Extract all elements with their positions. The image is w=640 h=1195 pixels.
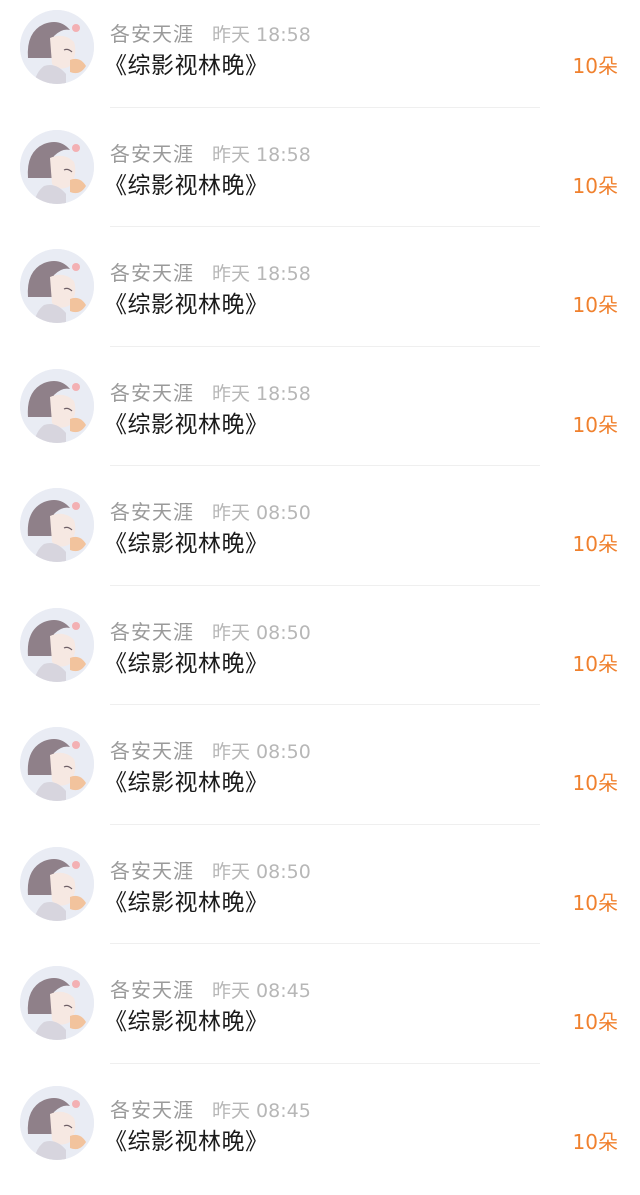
gift-amount: 10朵 (573, 170, 618, 199)
user-name: 各安天涯 (110, 261, 194, 285)
list-item[interactable]: 各安天涯昨天 18:58 《综影视林晚》 10朵 (0, 239, 640, 359)
list-item[interactable]: 各安天涯昨天 18:58 《综影视林晚》 10朵 (0, 359, 640, 479)
user-name: 各安天涯 (110, 22, 194, 46)
item-meta: 各安天涯昨天 18:58 (110, 138, 311, 164)
divider (110, 704, 540, 705)
gift-amount: 10朵 (573, 648, 618, 677)
gift-record-list: 各安天涯昨天 18:58 《综影视林晚》 10朵 各安天涯昨天 18:58 《综… (0, 0, 640, 1193)
user-name: 各安天涯 (110, 381, 194, 405)
book-title: 《综影视林晚》 (104, 644, 269, 678)
user-name: 各安天涯 (110, 500, 194, 524)
avatar[interactable] (20, 10, 94, 84)
item-meta: 各安天涯昨天 18:58 (110, 257, 311, 283)
divider (110, 107, 540, 108)
user-name: 各安天涯 (110, 739, 194, 763)
avatar[interactable] (20, 1086, 94, 1160)
item-meta: 各安天涯昨天 08:50 (110, 735, 311, 761)
divider (110, 346, 540, 347)
timestamp: 昨天 08:50 (212, 502, 311, 524)
timestamp: 昨天 18:58 (212, 24, 311, 46)
book-title: 《综影视林晚》 (104, 1122, 269, 1156)
book-title: 《综影视林晚》 (104, 405, 269, 439)
gift-amount: 10朵 (573, 409, 618, 438)
item-meta: 各安天涯昨天 08:50 (110, 496, 311, 522)
timestamp: 昨天 08:45 (212, 1100, 311, 1122)
user-name: 各安天涯 (110, 859, 194, 883)
divider (110, 1063, 540, 1064)
timestamp: 昨天 18:58 (212, 263, 311, 285)
user-name: 各安天涯 (110, 1098, 194, 1122)
item-meta: 各安天涯昨天 08:50 (110, 855, 311, 881)
timestamp: 昨天 08:50 (212, 622, 311, 644)
avatar[interactable] (20, 369, 94, 443)
list-item[interactable]: 各安天涯昨天 08:45 《综影视林晚》 10朵 (0, 956, 640, 1076)
book-title: 《综影视林晚》 (104, 763, 269, 797)
timestamp: 昨天 18:58 (212, 383, 311, 405)
list-item[interactable]: 各安天涯昨天 18:58 《综影视林晚》 10朵 (0, 0, 640, 120)
list-item[interactable]: 各安天涯昨天 08:45 《综影视林晚》 10朵 (0, 1076, 640, 1195)
avatar[interactable] (20, 130, 94, 204)
list-item[interactable]: 各安天涯昨天 08:50 《综影视林晚》 10朵 (0, 478, 640, 598)
avatar[interactable] (20, 488, 94, 562)
avatar[interactable] (20, 966, 94, 1040)
book-title: 《综影视林晚》 (104, 883, 269, 917)
list-item[interactable]: 各安天涯昨天 08:50 《综影视林晚》 10朵 (0, 837, 640, 957)
item-meta: 各安天涯昨天 18:58 (110, 18, 311, 44)
book-title: 《综影视林晚》 (104, 46, 269, 80)
user-name: 各安天涯 (110, 620, 194, 644)
list-item[interactable]: 各安天涯昨天 18:58 《综影视林晚》 10朵 (0, 120, 640, 240)
list-item[interactable]: 各安天涯昨天 08:50 《综影视林晚》 10朵 (0, 717, 640, 837)
user-name: 各安天涯 (110, 978, 194, 1002)
gift-amount: 10朵 (573, 528, 618, 557)
avatar[interactable] (20, 249, 94, 323)
divider (110, 226, 540, 227)
divider (110, 824, 540, 825)
item-meta: 各安天涯昨天 18:58 (110, 377, 311, 403)
gift-amount: 10朵 (573, 50, 618, 79)
gift-amount: 10朵 (573, 887, 618, 916)
gift-amount: 10朵 (573, 1126, 618, 1155)
item-meta: 各安天涯昨天 08:45 (110, 1094, 311, 1120)
avatar[interactable] (20, 847, 94, 921)
book-title: 《综影视林晚》 (104, 1002, 269, 1036)
timestamp: 昨天 08:50 (212, 861, 311, 883)
timestamp: 昨天 08:45 (212, 980, 311, 1002)
user-name: 各安天涯 (110, 142, 194, 166)
divider (110, 585, 540, 586)
avatar[interactable] (20, 727, 94, 801)
book-title: 《综影视林晚》 (104, 285, 269, 319)
divider (110, 465, 540, 466)
avatar[interactable] (20, 608, 94, 682)
gift-amount: 10朵 (573, 289, 618, 318)
timestamp: 昨天 08:50 (212, 741, 311, 763)
book-title: 《综影视林晚》 (104, 524, 269, 558)
divider (110, 943, 540, 944)
book-title: 《综影视林晚》 (104, 166, 269, 200)
item-meta: 各安天涯昨天 08:45 (110, 974, 311, 1000)
gift-amount: 10朵 (573, 1006, 618, 1035)
gift-amount: 10朵 (573, 767, 618, 796)
timestamp: 昨天 18:58 (212, 144, 311, 166)
list-item[interactable]: 各安天涯昨天 08:50 《综影视林晚》 10朵 (0, 598, 640, 718)
item-meta: 各安天涯昨天 08:50 (110, 616, 311, 642)
